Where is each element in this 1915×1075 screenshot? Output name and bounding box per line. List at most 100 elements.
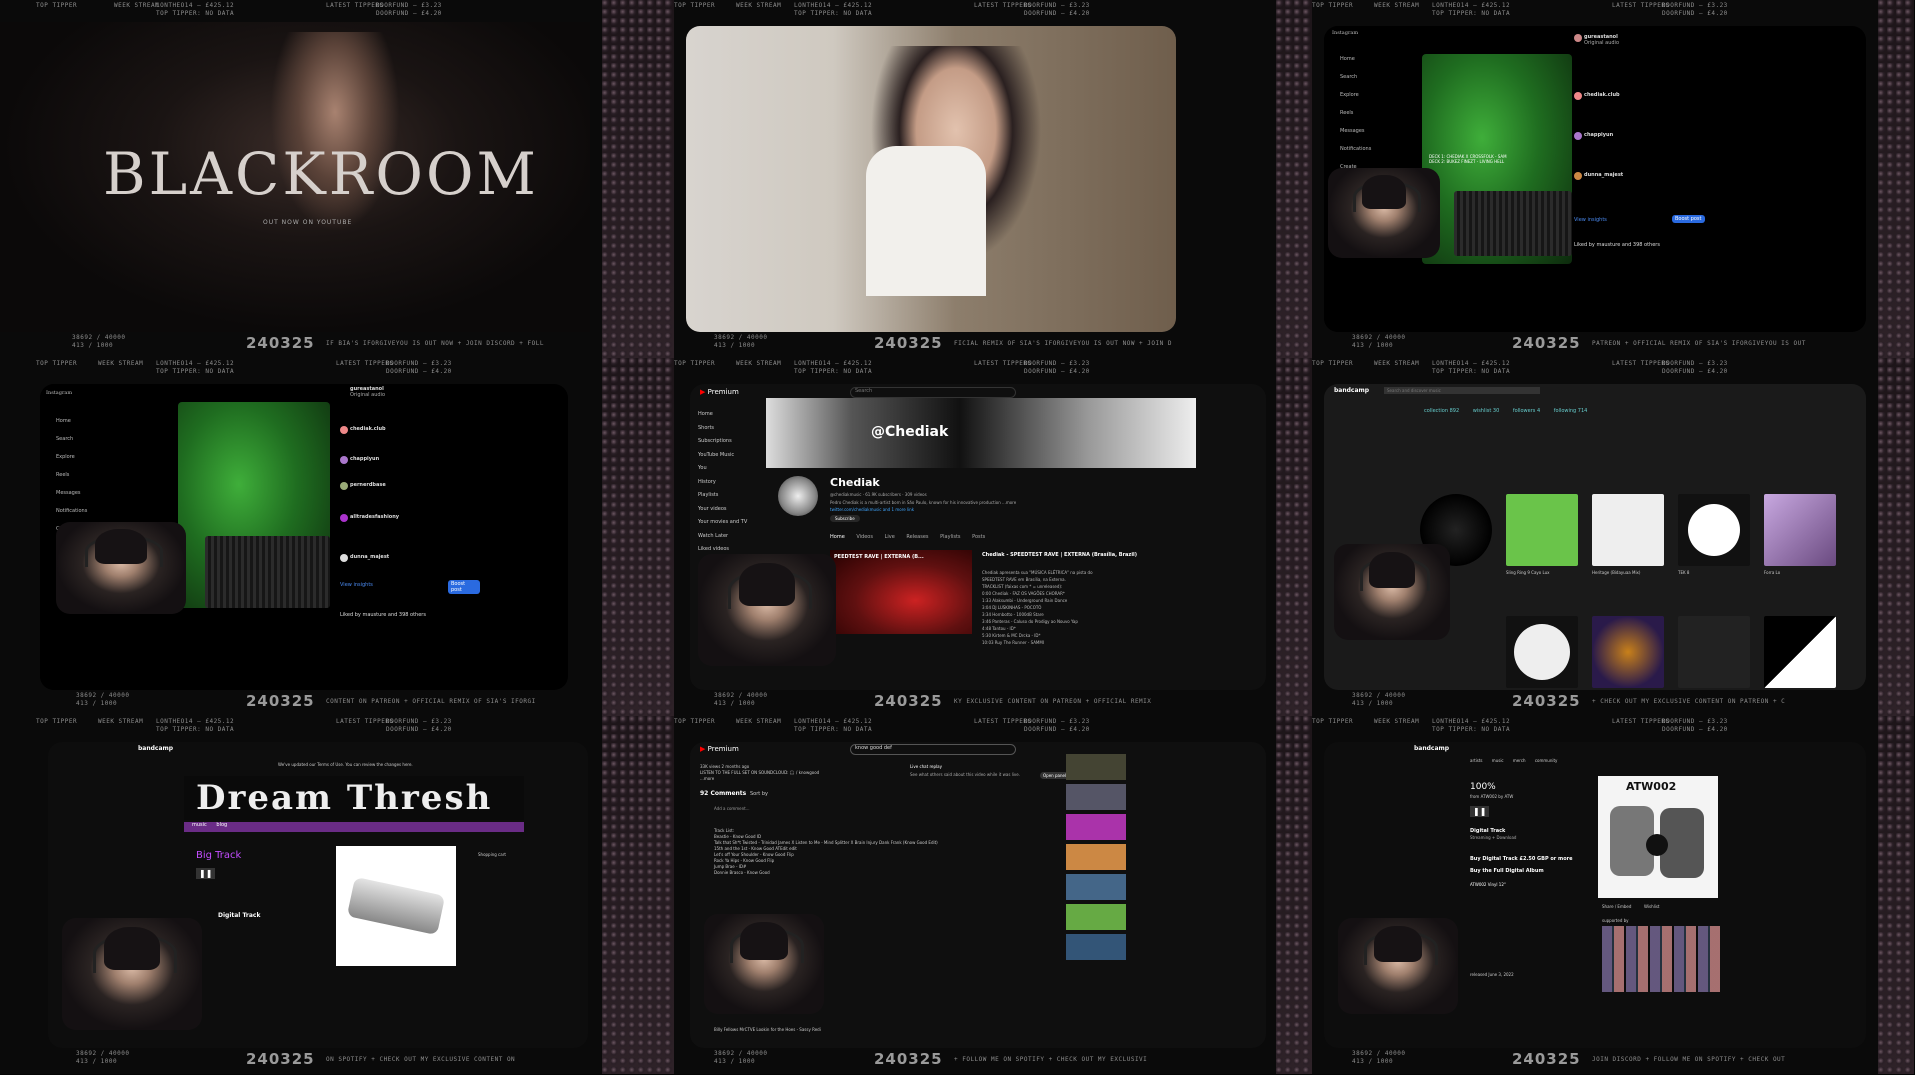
album-title[interactable]: Heritage (Bidayuaa Mix) xyxy=(1592,570,1641,575)
comment-user[interactable]: dunna_majest xyxy=(350,554,389,560)
view-insights-link[interactable]: View insights xyxy=(340,582,373,588)
channel-link[interactable]: twitter.com/chediakmusic and 1 more link xyxy=(830,507,914,512)
album-cover[interactable] xyxy=(1764,494,1836,566)
tab-wishlist[interactable]: wishlist 30 xyxy=(1473,408,1500,414)
nav-blog[interactable]: blog xyxy=(216,822,227,828)
ig-nav-notifications[interactable]: Notifications xyxy=(1340,146,1371,152)
tab-videos[interactable]: Videos xyxy=(856,534,873,540)
youtube-logo[interactable]: ▶ Premium xyxy=(700,388,739,396)
album-cover[interactable] xyxy=(1678,616,1750,688)
sort-button[interactable]: Sort by xyxy=(750,791,768,797)
yt-nav-watch-later[interactable]: Watch Later xyxy=(698,530,768,544)
ig-nav-notifications[interactable]: Notifications xyxy=(56,508,87,514)
related-thumb[interactable] xyxy=(1066,874,1126,900)
album-title[interactable]: TEK 8 xyxy=(1678,570,1689,575)
yt-nav-music[interactable]: YouTube Music xyxy=(698,449,768,463)
yt-nav-home[interactable]: Home xyxy=(698,408,768,422)
instagram-logo[interactable]: Instagram xyxy=(1332,30,1358,36)
related-thumb[interactable] xyxy=(1066,784,1126,810)
search-input[interactable]: Search xyxy=(850,387,1016,398)
yt-nav-you[interactable]: You xyxy=(698,462,768,476)
subscribe-button[interactable]: Subscribe xyxy=(830,515,860,522)
instagram-logo[interactable]: Instagram xyxy=(46,390,72,396)
ig-nav-home[interactable]: Home xyxy=(1340,56,1355,62)
album-cover[interactable] xyxy=(1678,494,1750,566)
search-input[interactable]: Search and discover music xyxy=(1384,387,1540,394)
search-input[interactable]: know good def xyxy=(850,744,1016,755)
boost-post-button[interactable]: Boost post xyxy=(1672,215,1705,223)
related-thumb[interactable] xyxy=(1066,934,1126,960)
buy-digital-track[interactable]: Buy Digital Track £2.50 GBP or more xyxy=(1470,856,1573,862)
yt-nav-shorts[interactable]: Shorts xyxy=(698,422,768,436)
comment-user[interactable]: chediak.club xyxy=(1584,92,1620,98)
buy-full-album[interactable]: Buy the Full Digital Album xyxy=(1470,868,1544,874)
ig-nav-reels[interactable]: Reels xyxy=(1340,110,1353,116)
boost-post-button[interactable]: Boost post xyxy=(448,580,480,594)
bandcamp-logo[interactable]: bandcamp xyxy=(1334,387,1369,394)
album-title[interactable]: Forra Lo xyxy=(1764,570,1780,575)
wishlist-button[interactable]: Wishlist xyxy=(1644,904,1659,909)
album-title[interactable]: Sling Ring 9 Cayo Lux xyxy=(1506,570,1550,575)
ig-nav-explore[interactable]: Explore xyxy=(1340,92,1359,98)
tab-music[interactable]: music xyxy=(1492,758,1504,763)
ig-nav-search[interactable]: Search xyxy=(56,436,73,442)
bandcamp-logo[interactable]: bandcamp xyxy=(1414,745,1449,752)
album-art[interactable]: ATW002 xyxy=(1598,776,1718,898)
add-comment-input[interactable]: Add a comment... xyxy=(714,806,750,811)
tab-playlists[interactable]: Playlists xyxy=(940,534,960,540)
nav-music[interactable]: music xyxy=(192,822,207,828)
post-audio[interactable]: Original audio xyxy=(350,392,385,398)
tab-artists[interactable]: artists xyxy=(1470,758,1483,763)
vinyl-label[interactable]: ATW002 Vinyl 12" xyxy=(1470,882,1506,887)
tab-merch[interactable]: merch xyxy=(1513,758,1526,763)
album-cover[interactable] xyxy=(1506,494,1578,566)
bead-strip xyxy=(1878,358,1914,716)
play-button[interactable]: ❚❚ xyxy=(196,868,216,879)
video-title[interactable]: Chediak - SPEEDTEST RAVE | EXTERNA (Bras… xyxy=(982,552,1137,558)
tab-live[interactable]: Live xyxy=(885,534,895,540)
tab-posts[interactable]: Posts xyxy=(972,534,985,540)
comment-user[interactable]: pernerdbase xyxy=(350,482,386,488)
related-thumb[interactable] xyxy=(1066,754,1126,780)
related-thumb[interactable] xyxy=(1066,904,1126,930)
tab-community[interactable]: community xyxy=(1535,758,1558,763)
tab-home[interactable]: Home xyxy=(830,534,845,540)
bandcamp-logo[interactable]: bandcamp xyxy=(138,745,173,752)
comment-user[interactable]: alltradesfashiony xyxy=(350,514,399,520)
album-cover[interactable] xyxy=(1592,616,1664,688)
digital-track-label: Digital Track xyxy=(218,912,261,919)
ig-nav-messages[interactable]: Messages xyxy=(56,490,81,496)
comment-user[interactable]: chediak.club xyxy=(350,426,386,432)
hud-top: TOP TIPPER WEEK STREAM LONTHEO14 — £425.1… xyxy=(1312,360,1728,375)
play-button[interactable]: ❚❚ xyxy=(1470,806,1490,817)
tab-collection[interactable]: collection 892 xyxy=(1424,408,1459,414)
yt-nav-playlists[interactable]: Playlists xyxy=(698,489,768,503)
yt-nav-history[interactable]: History xyxy=(698,476,768,490)
tab-following[interactable]: following 714 xyxy=(1554,408,1588,414)
ig-nav-messages[interactable]: Messages xyxy=(1340,128,1365,134)
ig-nav-explore[interactable]: Explore xyxy=(56,454,75,460)
open-panel-button[interactable]: Open panel xyxy=(1040,772,1070,779)
ig-nav-search[interactable]: Search xyxy=(1340,74,1357,80)
tab-followers[interactable]: followers 4 xyxy=(1513,408,1540,414)
shopping-cart-label[interactable]: Shopping cart xyxy=(478,852,506,857)
album-cover[interactable] xyxy=(1764,616,1836,688)
comment-user[interactable]: chappiyun xyxy=(1584,132,1613,138)
post-audio[interactable]: Original audio xyxy=(1584,40,1619,46)
album-cover[interactable] xyxy=(1592,494,1664,566)
view-insights-link[interactable]: View insights xyxy=(1574,217,1607,223)
ig-nav-home[interactable]: Home xyxy=(56,418,71,424)
yt-nav-your-videos[interactable]: Your videos xyxy=(698,503,768,517)
yt-nav-subscriptions[interactable]: Subscriptions xyxy=(698,435,768,449)
yt-nav-movies[interactable]: Your movies and TV xyxy=(698,516,768,530)
related-thumb[interactable] xyxy=(1066,844,1126,870)
album-cover[interactable] xyxy=(1506,616,1578,688)
share-embed-button[interactable]: Share / Embed xyxy=(1602,904,1631,909)
comment-user[interactable]: chappiyun xyxy=(350,456,379,462)
comment-user[interactable]: dunna_majest xyxy=(1584,172,1623,178)
related-thumb[interactable] xyxy=(1066,814,1126,840)
featured-video-thumb[interactable]: PEEDTEST RAVE | EXTERNA (B... xyxy=(830,550,972,634)
youtube-logo[interactable]: ▶ Premium xyxy=(700,745,739,753)
ig-nav-reels[interactable]: Reels xyxy=(56,472,69,478)
tab-releases[interactable]: Releases xyxy=(906,534,928,540)
